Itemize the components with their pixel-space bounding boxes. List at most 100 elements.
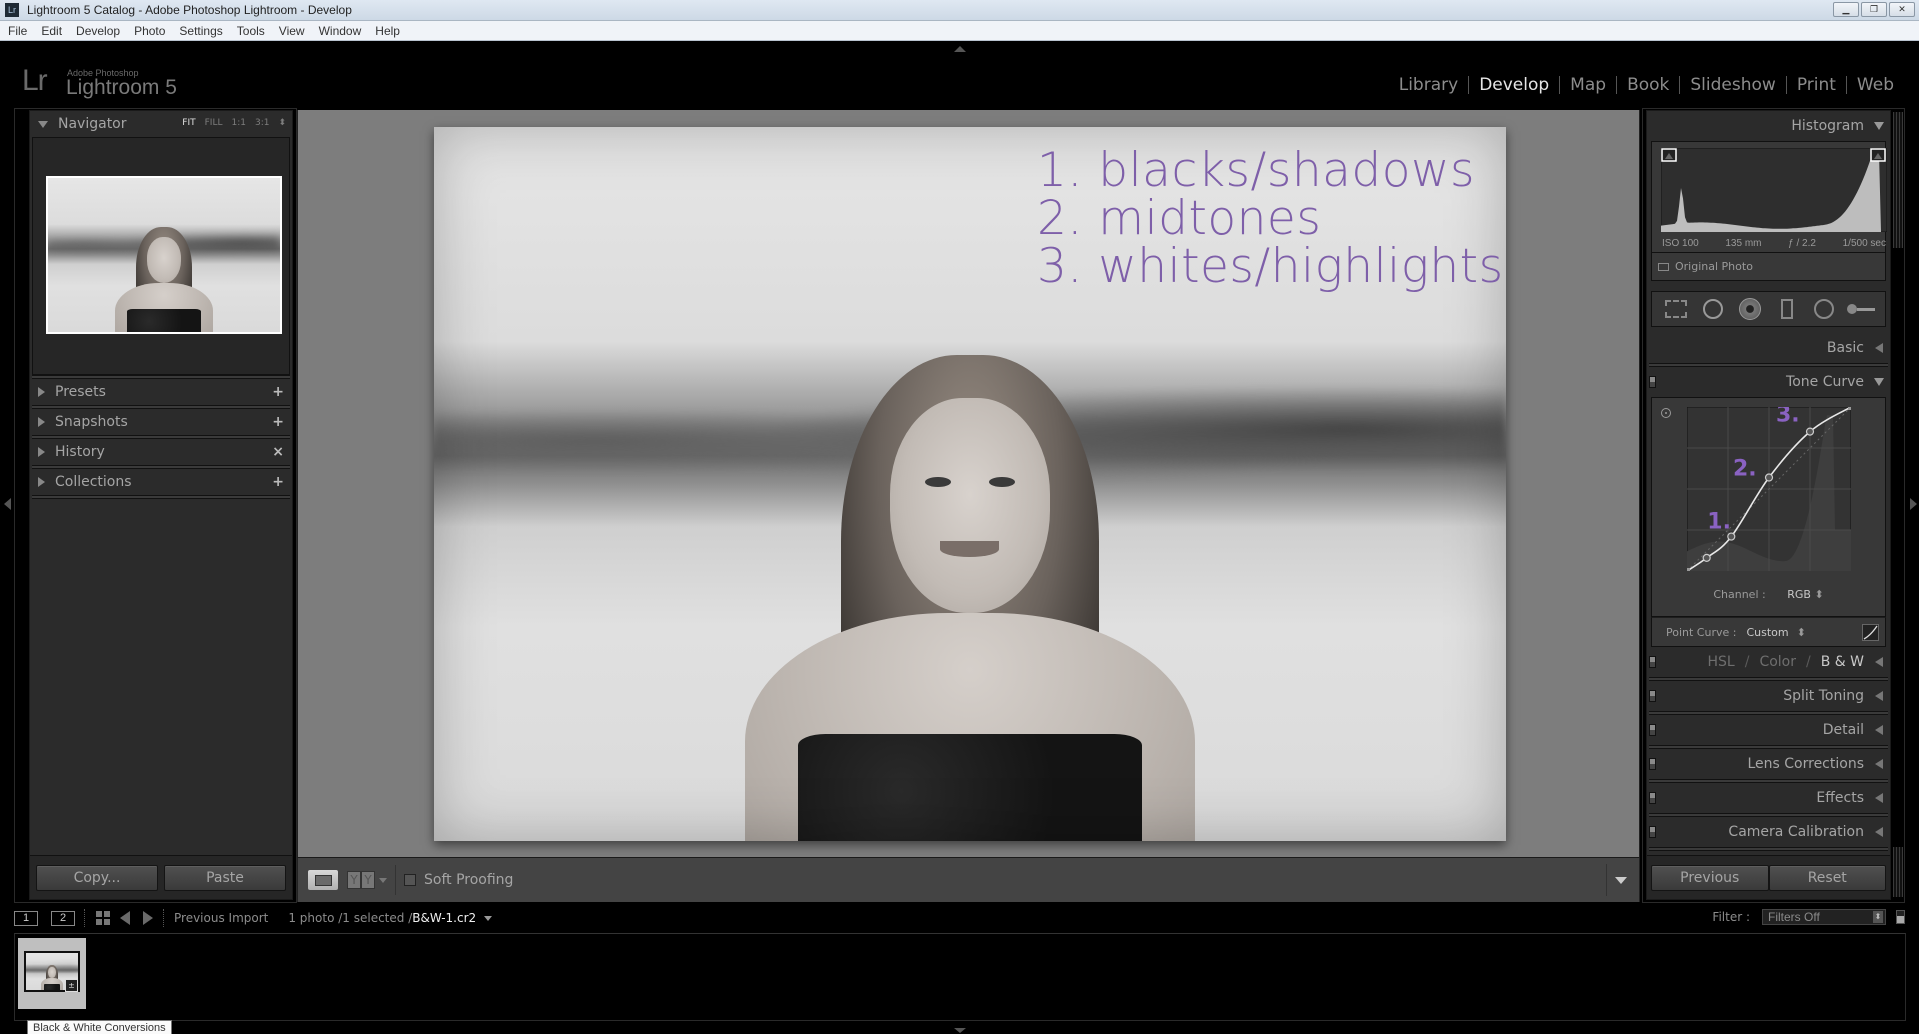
detail-toggle[interactable] [1649,724,1656,736]
collections-header[interactable]: Collections + [30,469,292,495]
lens-corrections-header[interactable]: Lens Corrections [1647,749,1890,779]
add-collection-icon[interactable]: + [272,474,284,490]
split-toning-header[interactable]: Split Toning [1647,681,1890,711]
presets-header[interactable]: Presets + [30,379,292,405]
spot-removal-tool[interactable] [1701,297,1725,321]
previous-button[interactable]: Previous [1651,864,1769,891]
menu-view[interactable]: View [279,24,305,38]
scrollbar-grip[interactable] [1893,847,1903,897]
tone-curve-control-point[interactable] [1687,568,1690,571]
radial-filter-tool[interactable] [1812,297,1836,321]
original-photo-checkbox[interactable] [1658,262,1669,271]
split-toning-toggle[interactable] [1649,690,1656,702]
module-develop[interactable]: Develop [1469,75,1559,95]
camera-calibration-toggle[interactable] [1649,826,1656,838]
scrollbar-grip[interactable] [1893,112,1903,248]
point-curve-value[interactable]: Custom [1746,626,1788,639]
basic-header[interactable]: Basic [1647,333,1890,363]
main-window-button[interactable]: 1 [14,910,38,926]
grid-view-icon[interactable] [96,911,110,925]
menu-settings[interactable]: Settings [179,24,222,38]
soft-proofing-checkbox[interactable] [404,874,416,886]
zoom-fit[interactable]: FIT [182,118,195,128]
module-book[interactable]: Book [1617,75,1679,95]
tone-curve-header[interactable]: Tone Curve [1647,367,1890,397]
hsl-toggle[interactable] [1649,656,1656,668]
color-tab[interactable]: Color [1759,654,1796,670]
lens-corrections-toggle[interactable] [1649,758,1656,770]
reset-button[interactable]: Reset [1768,864,1886,891]
filmstrip[interactable]: ± [14,933,1906,1021]
targeted-adjustment-icon[interactable] [1661,408,1671,418]
zoom-3-1[interactable]: 3:1 [255,118,269,128]
filename-dropdown-icon[interactable] [484,915,493,921]
module-print[interactable]: Print [1787,75,1846,95]
tone-curve-toggle[interactable] [1649,376,1656,388]
module-web[interactable]: Web [1847,75,1904,95]
navigator-preview[interactable] [32,137,290,375]
secondary-window-button[interactable]: 2 [51,910,75,926]
filter-lock-toggle[interactable] [1896,910,1905,924]
module-library[interactable]: Library [1389,75,1468,95]
module-slideshow[interactable]: Slideshow [1680,75,1785,95]
menu-edit[interactable]: Edit [41,24,62,38]
snapshots-header[interactable]: Snapshots + [30,409,292,435]
graduated-filter-tool[interactable] [1775,297,1799,321]
menu-tools[interactable]: Tools [237,24,265,38]
paste-settings-button[interactable]: Paste [164,864,286,891]
copy-settings-button[interactable]: Copy... [36,864,158,891]
close-button[interactable]: ✕ [1889,2,1915,17]
history-header[interactable]: History × [30,439,292,465]
minimize-button[interactable]: ▁ [1833,2,1859,17]
zoom-1-1[interactable]: 1:1 [231,118,245,128]
red-eye-tool[interactable] [1738,297,1762,321]
filename[interactable]: B&W-1.cr2 [412,911,476,925]
filmstrip-thumbnail[interactable]: ± [18,938,86,1009]
hsl-color-bw-header[interactable]: HSL / Color / B & W [1647,647,1890,677]
module-map[interactable]: Map [1560,75,1616,95]
develop-adjustments-badge-icon[interactable]: ± [65,979,78,992]
forward-arrow-icon[interactable] [143,911,153,925]
before-after-button[interactable]: Y Y [347,871,375,889]
effects-toggle[interactable] [1649,792,1656,804]
menu-file[interactable]: File [8,24,27,38]
camera-calibration-header[interactable]: Camera Calibration [1647,817,1890,847]
channel-value[interactable]: RGB [1787,588,1811,601]
filter-dropdown[interactable]: Filters Off ⬍ [1762,909,1886,925]
menu-photo[interactable]: Photo [134,24,165,38]
source-label[interactable]: Previous Import [174,911,268,925]
point-curve-stepper-icon[interactable]: ⬍ [1797,626,1806,639]
effects-header[interactable]: Effects [1647,783,1890,813]
restore-button[interactable]: ❐ [1861,2,1887,17]
before-after-dropdown-icon[interactable] [379,877,387,883]
histogram[interactable]: ISO 100 135 mm ƒ / 2.2 1/500 sec [1651,141,1887,253]
collapse-right-panel-icon[interactable] [1910,498,1917,510]
soft-proofing-label[interactable]: Soft Proofing [424,872,513,888]
tone-curve-control-point[interactable] [1805,427,1815,436]
zoom-fill[interactable]: FILL [205,118,223,128]
tone-curve-control-point[interactable] [1702,553,1711,562]
hsl-tab[interactable]: HSL [1708,654,1735,670]
crop-overlay-tool[interactable] [1664,297,1688,321]
zoom-ratio-stepper-icon[interactable]: ⬍ [278,118,286,128]
navigator-thumbnail[interactable] [46,176,282,334]
histogram-header[interactable]: Histogram [1647,111,1890,141]
loupe-view-button[interactable] [308,870,338,890]
tone-curve-graph[interactable]: 1. 2. 3. [1687,407,1851,571]
right-panel-scrollbar[interactable] [1893,112,1903,897]
clear-history-icon[interactable]: × [272,444,284,460]
bw-tab[interactable]: B & W [1821,654,1864,670]
back-arrow-icon[interactable] [120,911,130,925]
tone-curve-control-point[interactable] [1764,473,1774,482]
collapse-left-panel-icon[interactable] [4,498,11,510]
menu-window[interactable]: Window [319,24,362,38]
menu-help[interactable]: Help [375,24,400,38]
channel-stepper-icon[interactable]: ⬍ [1814,588,1823,601]
tone-curve-control-point[interactable] [1848,407,1851,410]
add-snapshot-icon[interactable]: + [272,414,284,430]
collapse-filmstrip-icon[interactable] [954,1028,966,1033]
menu-develop[interactable]: Develop [76,24,120,38]
original-photo-toggle[interactable]: Original Photo [1651,253,1886,281]
collapse-top-panel-icon[interactable] [954,46,966,52]
detail-header[interactable]: Detail [1647,715,1890,745]
